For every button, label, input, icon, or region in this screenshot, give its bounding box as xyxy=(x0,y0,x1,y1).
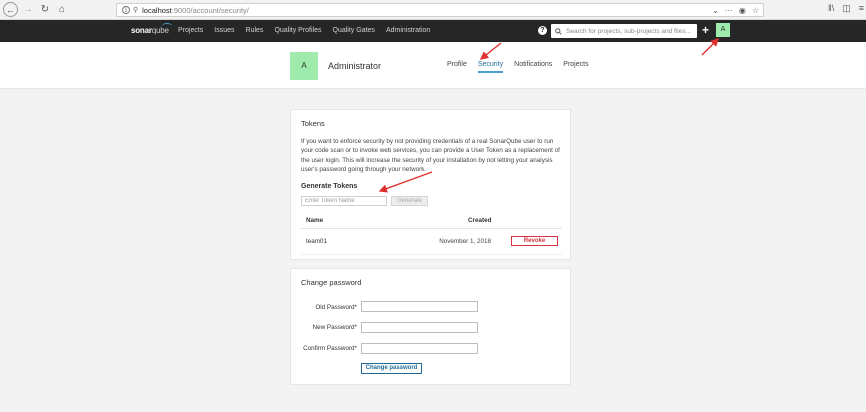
old-password-label: Old Password* xyxy=(315,304,357,311)
forward-icon[interactable]: → xyxy=(21,3,35,17)
change-password-button[interactable]: Change password xyxy=(361,363,422,374)
generate-tokens-title: Generate Tokens xyxy=(301,183,358,190)
nav-link-administration[interactable]: Administration xyxy=(386,27,430,34)
url-bar[interactable]: i ⚲ localhost:9000/account/security/ ⌄ ·… xyxy=(116,3,764,17)
column-name: Name xyxy=(306,217,324,224)
confirm-password-label: Confirm Password* xyxy=(303,345,357,352)
tokens-title: Tokens xyxy=(301,119,325,128)
url-path: :9000/account/security/ xyxy=(171,5,249,15)
pocket-icon[interactable]: ◉ xyxy=(739,6,746,15)
nav-link-quality-profiles[interactable]: Quality Profiles xyxy=(274,27,321,34)
new-password-field[interactable] xyxy=(361,322,478,333)
column-created: Created xyxy=(468,217,492,224)
more-icon[interactable]: ··· xyxy=(725,6,733,15)
help-icon[interactable]: ? xyxy=(538,26,547,35)
back-icon[interactable]: ← xyxy=(3,2,18,17)
reload-icon[interactable]: ↻ xyxy=(38,3,52,17)
url-host: localhost xyxy=(142,5,172,15)
sidebar-icon[interactable]: ◫ xyxy=(842,3,851,14)
nav-link-rules[interactable]: Rules xyxy=(246,27,264,34)
nav-links: Projects Issues Rules Quality Profiles Q… xyxy=(178,27,441,34)
browser-toolbar: ← → ↻ ⌂ i ⚲ localhost:9000/account/secur… xyxy=(0,0,866,20)
tokens-table: Name Created team01 November 1, 2018 Rev… xyxy=(301,215,562,255)
change-password-title: Change password xyxy=(301,278,362,287)
library-icon[interactable]: ‖\ xyxy=(828,3,834,14)
confirm-password-field[interactable] xyxy=(361,343,478,354)
tab-profile[interactable]: Profile xyxy=(447,61,467,73)
global-search[interactable] xyxy=(551,24,697,38)
logo-wave-icon xyxy=(162,23,172,29)
old-password-field[interactable] xyxy=(361,301,478,312)
token-name: team01 xyxy=(306,238,328,245)
table-row: team01 November 1, 2018 Revoke xyxy=(301,229,562,255)
generate-button[interactable]: Generate xyxy=(391,196,428,206)
logo-main: sonar xyxy=(131,26,152,35)
account-name: Administrator xyxy=(328,61,382,71)
token-name-input[interactable] xyxy=(301,196,387,206)
search-input[interactable] xyxy=(566,27,691,35)
nav-link-projects[interactable]: Projects xyxy=(178,27,203,34)
home-icon[interactable]: ⌂ xyxy=(55,3,69,17)
tab-security[interactable]: Security xyxy=(477,61,504,73)
key-icon: ⚲ xyxy=(133,7,139,14)
new-password-label: New Password* xyxy=(312,324,357,331)
change-password-card: Change password Old Password* New Passwo… xyxy=(290,268,571,385)
create-plus-icon[interactable]: + xyxy=(702,23,709,37)
search-icon xyxy=(555,27,562,35)
nav-link-quality-gates[interactable]: Quality Gates xyxy=(333,27,375,34)
account-avatar: A xyxy=(290,52,318,80)
tab-notifications[interactable]: Notifications xyxy=(514,61,552,73)
account-tabs: Profile Security Notifications Projects xyxy=(447,61,600,73)
revoke-button[interactable]: Revoke xyxy=(511,236,558,246)
nav-link-issues[interactable]: Issues xyxy=(214,27,234,34)
user-avatar[interactable]: A xyxy=(716,23,730,37)
tokens-card: Tokens If you want to enforce security b… xyxy=(290,109,571,260)
chevron-down-icon[interactable]: ⌄ xyxy=(712,6,719,15)
tokens-description: If you want to enforce security by not p… xyxy=(301,138,560,173)
star-icon[interactable]: ☆ xyxy=(752,6,759,15)
account-header: A Administrator Profile Security Notific… xyxy=(0,42,866,89)
token-created: November 1, 2018 xyxy=(439,238,491,245)
tab-projects[interactable]: Projects xyxy=(563,61,588,73)
tokens-table-header: Name Created xyxy=(301,215,562,229)
sonar-navbar: sonarqube Projects Issues Rules Quality … xyxy=(0,20,866,42)
menu-icon[interactable]: ≡ xyxy=(859,3,864,14)
info-icon[interactable]: i xyxy=(122,6,130,14)
